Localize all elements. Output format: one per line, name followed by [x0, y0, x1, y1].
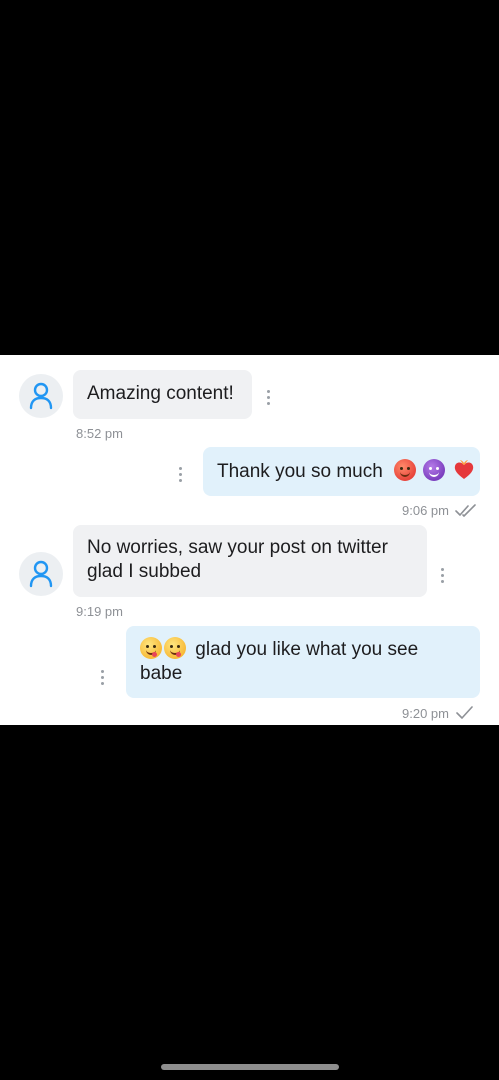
message-text-line: No worries, saw your post on twitter: [87, 537, 388, 558]
message-timestamp: 9:20 pm: [402, 706, 449, 721]
sender-avatar[interactable]: [19, 552, 63, 596]
message-timestamp: 9:19 pm: [76, 604, 123, 619]
yum-face-emoji: [140, 637, 162, 659]
sender-avatar[interactable]: [19, 374, 63, 418]
smiling-devil-emoji: [423, 459, 446, 481]
message-first-line: glad you like what you see: [140, 637, 466, 662]
message-text-line: glad I subbed: [87, 561, 202, 582]
user-icon: [29, 560, 53, 588]
message-text-line: babe: [140, 663, 183, 684]
more-vertical-icon[interactable]: [97, 667, 107, 687]
message-timestamp: 9:06 pm: [402, 503, 449, 518]
more-vertical-icon[interactable]: [437, 565, 447, 585]
message-timestamp: 8:52 pm: [76, 426, 123, 441]
hot-face-emoji: [394, 459, 417, 481]
chat-thread: Amazing content! 8:52 pm Thank you so mu…: [0, 355, 499, 725]
outgoing-message-bubble[interactable]: glad you like what you see babe: [126, 626, 480, 698]
message-text-line: glad you like what you see: [195, 639, 419, 660]
bottom-black-area: [0, 725, 499, 1080]
more-vertical-icon[interactable]: [175, 464, 185, 484]
heart-on-fire-emoji: [453, 459, 475, 481]
home-indicator[interactable]: [161, 1064, 339, 1070]
message-text: Thank you so much: [217, 461, 383, 482]
more-vertical-icon[interactable]: [263, 387, 273, 407]
double-check-icon: [455, 504, 476, 517]
check-icon: [456, 706, 473, 719]
incoming-message-bubble[interactable]: No worries, saw your post on twitter gla…: [73, 525, 427, 597]
user-icon: [29, 382, 53, 410]
yum-face-emoji: [164, 637, 186, 659]
message-text: Amazing content!: [87, 383, 234, 404]
incoming-message-bubble[interactable]: Amazing content!: [73, 370, 252, 419]
top-black-area: [0, 0, 499, 355]
outgoing-message-bubble[interactable]: Thank you so much: [203, 447, 480, 496]
